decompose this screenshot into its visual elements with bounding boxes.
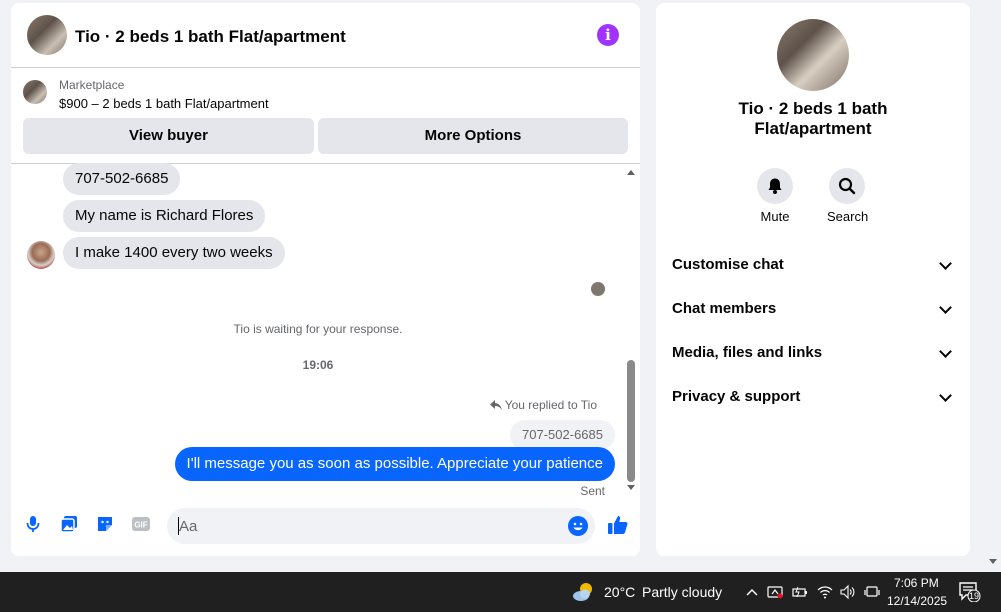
clock-time[interactable]: 7:06 PM [894, 576, 939, 590]
marketplace-banner: Marketplace $900 – 2 beds 1 bath Flat/ap… [11, 68, 640, 164]
battery-icon[interactable] [792, 584, 808, 600]
section-label: Chat members [672, 300, 777, 317]
sender-avatar[interactable] [27, 241, 55, 269]
scroll-down-arrow[interactable] [627, 485, 635, 490]
chevron-up-icon[interactable] [744, 584, 760, 600]
incoming-message[interactable]: 707-502-6685 [63, 163, 181, 195]
message-scrollbar[interactable] [624, 165, 638, 498]
message-status: Sent [580, 484, 605, 498]
mute-label: Mute [760, 209, 790, 224]
message-placeholder: Aa [179, 518, 198, 535]
bell-icon [768, 178, 782, 194]
listing-thumbnail [23, 80, 47, 104]
scroll-up-arrow[interactable] [627, 170, 635, 175]
like-icon[interactable] [607, 514, 629, 536]
message-timestamp: 19:06 [302, 358, 334, 372]
weather-temperature[interactable]: 20°C [604, 584, 635, 600]
message-list: 707-502-6685 My name is Richard Flores I… [11, 163, 640, 498]
notification-count: 19 [969, 591, 980, 601]
incoming-message[interactable]: My name is Richard Flores [63, 200, 266, 232]
conversation-details-panel: Tio · 2 beds 1 bath Flat/apartment Mute … [656, 3, 970, 556]
chevron-down-icon [939, 345, 952, 358]
search-icon [838, 177, 856, 195]
meet-now-icon[interactable] [767, 584, 783, 600]
listing-title[interactable]: $900 – 2 beds 1 bath Flat/apartment [59, 96, 269, 111]
svg-text:GIF: GIF [134, 521, 147, 530]
more-options-button[interactable]: More Options [318, 118, 628, 154]
reply-quote[interactable]: 707-502-6685 [510, 420, 615, 450]
search-circle[interactable] [829, 168, 865, 204]
view-buyer-button[interactable]: View buyer [23, 118, 314, 154]
partly-cloudy-icon[interactable] [572, 581, 596, 603]
chat-header: Tio · 2 beds 1 bath Flat/apartment i [11, 3, 640, 68]
section-label: Customise chat [672, 256, 784, 273]
emoji-icon[interactable] [568, 516, 588, 536]
details-title: Tio · 2 beds 1 bath Flat/apartment [738, 99, 888, 138]
weather-condition[interactable]: Partly cloudy [642, 584, 722, 600]
info-icon[interactable]: i [597, 24, 619, 46]
details-avatar[interactable] [777, 19, 849, 91]
volume-icon[interactable] [840, 584, 856, 600]
notification-center[interactable]: 19 [959, 582, 981, 602]
message-input[interactable]: Aa [167, 508, 595, 544]
marketplace-label: Marketplace [59, 78, 125, 92]
waiting-notice: Tio is waiting for your response. [233, 322, 403, 336]
chat-panel: Tio · 2 beds 1 bath Flat/apartment i Mar… [11, 3, 640, 556]
chat-title[interactable]: Tio · 2 beds 1 bath Flat/apartment [75, 27, 346, 47]
mute-circle[interactable] [757, 168, 793, 204]
sticker-icon[interactable] [95, 514, 115, 534]
search-label: Search [827, 209, 869, 224]
section-label: Media, files and links [672, 344, 823, 361]
chevron-down-icon [939, 301, 952, 314]
gif-icon[interactable]: GIF [131, 514, 151, 534]
photo-icon[interactable] [59, 514, 79, 534]
replied-text: You replied to Tio [504, 398, 597, 412]
display-icon[interactable] [864, 584, 880, 600]
incoming-message[interactable]: I make 1400 every two weeks [63, 237, 285, 269]
mute-button[interactable]: Mute [755, 168, 795, 224]
section-privacy-support[interactable]: Privacy & support [672, 385, 954, 409]
read-receipt-avatar [591, 282, 605, 296]
wifi-icon[interactable] [817, 584, 833, 600]
outgoing-message[interactable]: I'll message you as soon as possible. Ap… [174, 447, 615, 481]
chevron-down-icon [939, 257, 952, 270]
taskbar: 20°C Partly cloudy 7:06 PM 12/14/2025 19 [0, 572, 1001, 612]
section-media-files-links[interactable]: Media, files and links [672, 341, 954, 365]
section-label: Privacy & support [672, 388, 801, 405]
clock-date[interactable]: 12/14/2025 [887, 594, 947, 608]
section-customise-chat[interactable]: Customise chat [672, 253, 954, 277]
chat-avatar[interactable] [27, 15, 67, 55]
section-chat-members[interactable]: Chat members [672, 297, 954, 321]
search-button[interactable]: Search [827, 168, 869, 224]
scroll-thumb[interactable] [627, 360, 635, 482]
microphone-icon[interactable] [23, 514, 43, 534]
reply-icon [489, 400, 502, 410]
chevron-down-icon [939, 389, 952, 402]
composer: GIF Aa [11, 500, 640, 550]
replied-label: You replied to Tio [489, 398, 597, 412]
page-scroll-down-arrow[interactable] [989, 559, 997, 564]
